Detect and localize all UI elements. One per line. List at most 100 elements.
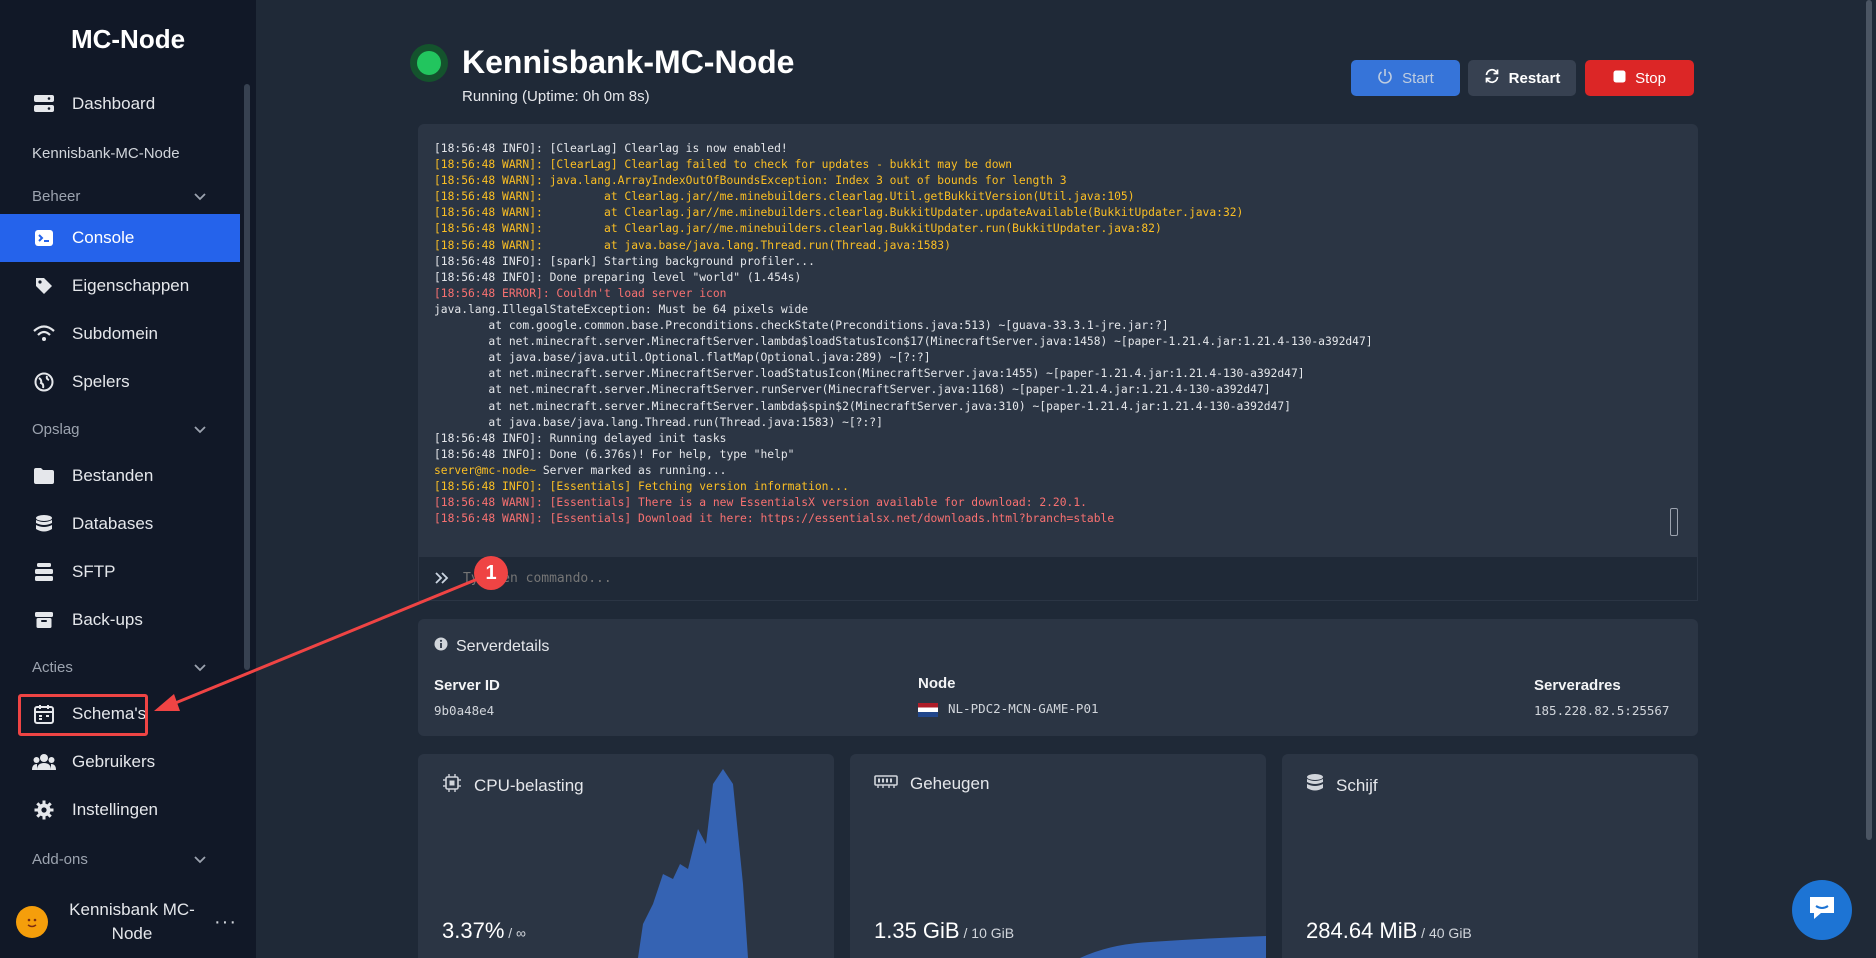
restart-button[interactable]: Restart: [1468, 60, 1576, 96]
chevron-down-icon: [194, 421, 206, 438]
console-line: [18:56:48 WARN]: java.lang.ArrayIndexOut…: [434, 174, 1067, 188]
sidebar-item-subdomein[interactable]: Subdomein: [0, 310, 240, 358]
memory-value-text: 1.35 GiB: [874, 918, 960, 943]
gear-icon: [32, 798, 56, 822]
stop-button[interactable]: Stop: [1585, 60, 1694, 96]
console-line: at net.minecraft.server.MinecraftServer.…: [434, 383, 1271, 397]
sidebar-item-label: Databases: [72, 514, 154, 533]
user-menu[interactable]: Kennisbank MC-Node ···: [0, 886, 256, 958]
memory-title-label: Geheugen: [910, 773, 990, 793]
address-value: 185.228.82.5:25567: [1534, 703, 1670, 718]
stop-label: Stop: [1635, 69, 1666, 87]
sidebar-section-beheer[interactable]: Beheer: [0, 178, 240, 214]
sidebar-item-label: Back-ups: [72, 610, 143, 629]
cpu-value: 3.37% / ∞: [442, 918, 526, 944]
node-label: Node: [918, 675, 956, 692]
details-title-label: Serverdetails: [456, 637, 550, 655]
server-details-title: Serverdetails: [434, 637, 549, 656]
chat-button[interactable]: [1792, 880, 1852, 940]
sidebar-item-databases[interactable]: Databases: [0, 500, 240, 548]
memory-icon: [874, 773, 898, 794]
sidebar-item-bestanden[interactable]: Bestanden: [0, 452, 240, 500]
archive-icon: [32, 608, 56, 632]
cpu-title: CPU-belasting: [442, 773, 584, 798]
terminal-icon: [32, 226, 56, 250]
chevrons-right-icon: [435, 568, 449, 589]
disk-title: Schijf: [1306, 773, 1378, 798]
tag-icon: [32, 274, 56, 298]
sidebar-item-console[interactable]: Console: [0, 214, 240, 262]
console-scrollbar[interactable]: [1670, 508, 1678, 536]
avatar: [16, 906, 48, 938]
console-line: [18:56:48 WARN]: at Clearlag.jar//me.min…: [434, 190, 1135, 204]
console-line: java.lang.IllegalStateException: Must be…: [434, 302, 809, 316]
sidebar-item-backups[interactable]: Back-ups: [0, 596, 240, 644]
section-label: Opslag: [32, 420, 80, 438]
cpu-value-text: 3.37%: [442, 918, 505, 943]
console-line: at net.minecraft.server.MinecraftServer.…: [434, 399, 1291, 413]
section-label: Beheer: [32, 187, 81, 205]
sidebar-item-label: Bestanden: [72, 466, 154, 485]
disk-title-label: Schijf: [1336, 775, 1378, 795]
start-button[interactable]: Start: [1351, 60, 1460, 96]
console-line: [18:56:48 WARN]: [ClearLag] Clearlag fai…: [434, 158, 1013, 172]
memory-limit: / 10 GiB: [959, 925, 1015, 941]
console-line: [18:56:48 WARN]: at Clearlag.jar//me.min…: [434, 222, 1162, 236]
memory-title: Geheugen: [874, 773, 989, 794]
sidebar-section-opslag[interactable]: Opslag: [0, 406, 240, 452]
more-icon[interactable]: ···: [214, 911, 237, 934]
server-id-value: 9b0a48e4: [434, 703, 495, 718]
sidebar-section-addons[interactable]: Add-ons: [0, 834, 240, 884]
sidebar-item-label: Gebruikers: [72, 752, 156, 771]
chevron-down-icon: [194, 659, 206, 676]
console-output[interactable]: [18:56:48 INFO]: [ClearLag] Clearlag is …: [418, 124, 1698, 556]
info-icon: [434, 637, 448, 656]
cpu-limit: / ∞: [504, 925, 527, 941]
console-line: [18:56:48 WARN]: [Essentials] Download i…: [434, 512, 1115, 526]
sidebar-item-instellingen[interactable]: Instellingen: [0, 786, 240, 834]
brand-logo[interactable]: MC-Node: [0, 24, 256, 55]
console-line: at net.minecraft.server.MinecraftServer.…: [434, 367, 1305, 381]
netherlands-flag-icon: [918, 702, 938, 717]
sidebar-scrollbar[interactable]: [244, 84, 250, 670]
console-line: server@mc-node~ Server marked as running…: [434, 463, 727, 477]
sidebar-item-schemas[interactable]: Schema's: [0, 690, 240, 738]
sidebar-item-label: SFTP: [72, 562, 116, 581]
stop-icon: [1613, 70, 1626, 87]
section-label: Add-ons: [32, 850, 88, 868]
wifi-icon: [32, 322, 56, 346]
user-name: Kennisbank MC-Node: [69, 900, 195, 943]
sidebar-item-label: Subdomein: [72, 324, 159, 343]
sidebar-section-acties[interactable]: Acties: [0, 644, 240, 690]
database-icon: [32, 512, 56, 536]
disk-value: 284.64 MiB / 40 GiB: [1306, 918, 1472, 944]
sidebar-server-name: Kennisbank-MC-Node: [32, 144, 180, 162]
sidebar-item-spelers[interactable]: Spelers: [0, 358, 240, 406]
server-details-panel: Serverdetails Server ID 9b0a48e4 Node NL…: [418, 619, 1698, 736]
globe-icon: [32, 370, 56, 394]
disk-value-text: 284.64 MiB: [1306, 918, 1418, 943]
refresh-icon: [1484, 68, 1500, 88]
cpu-title-label: CPU-belasting: [474, 775, 584, 795]
sidebar-item-gebruikers[interactable]: Gebruikers: [0, 738, 240, 786]
console-line: at net.minecraft.server.MinecraftServer.…: [434, 335, 1373, 349]
console-line: [18:56:48 WARN]: at java.base/java.lang.…: [434, 238, 951, 252]
command-input[interactable]: [463, 571, 1263, 586]
sidebar-item-sftp[interactable]: SFTP: [0, 548, 240, 596]
disk-card: Schijf 284.64 MiB / 40 GiB: [1282, 754, 1698, 958]
console-line: [18:56:48 INFO]: Done preparing level "w…: [434, 270, 802, 284]
start-label: Start: [1402, 69, 1434, 87]
section-label: Acties: [32, 658, 73, 676]
sidebar-item-label: Spelers: [72, 372, 130, 391]
sidebar-item-dashboard[interactable]: Dashboard: [0, 80, 240, 128]
layers-icon: [32, 560, 56, 584]
sidebar-item-eigenschappen[interactable]: Eigenschappen: [0, 262, 240, 310]
chat-icon: [1807, 894, 1837, 927]
sidebar-item-label: Instellingen: [72, 800, 159, 819]
annotation-highlight-box: [18, 694, 148, 736]
disk-limit: / 40 GiB: [1417, 925, 1472, 941]
console-line: [18:56:48 INFO]: Running delayed init ta…: [434, 431, 727, 445]
page-scrollbar-thumb[interactable]: [1866, 0, 1872, 840]
power-icon: [1377, 68, 1393, 88]
chevron-down-icon: [194, 188, 206, 205]
